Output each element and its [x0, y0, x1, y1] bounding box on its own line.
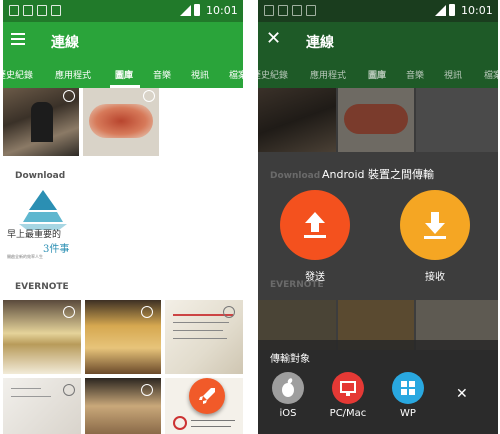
app-toolbar: 連線	[3, 22, 243, 58]
select-circle-icon[interactable]	[63, 384, 75, 396]
photo-thumbnail[interactable]	[85, 378, 161, 434]
tab-music[interactable]: 音樂	[153, 68, 171, 81]
section-evernote-title: EVERNOTE	[15, 282, 69, 292]
tab-history[interactable]: 歷史紀錄	[3, 68, 33, 81]
download-thumbnail[interactable]: 早上最重要的 3件事 開啟全新的效率人生	[3, 186, 79, 262]
app-toolbar: ✕ 連線	[258, 22, 498, 58]
app-title: 連線	[51, 35, 79, 51]
left-screen: 10:01 連線 歷史紀錄 應用程式 圖庫 音樂 視訊 檔案 Download …	[3, 0, 243, 434]
select-circle-icon[interactable]	[223, 306, 235, 318]
notification-icon	[278, 5, 288, 16]
send-rocket-button[interactable]	[189, 378, 225, 414]
upload-icon	[304, 212, 326, 238]
receive-button[interactable]	[400, 190, 470, 260]
notification-icon	[23, 5, 33, 16]
signal-icon	[180, 5, 191, 16]
photo-thumbnail	[258, 88, 336, 152]
battery-icon	[449, 4, 455, 16]
target-wp-button[interactable]	[392, 372, 424, 404]
target-heading: 傳輸對象	[270, 354, 310, 365]
photo-thumbnail[interactable]	[3, 300, 81, 374]
photo-thumbnail[interactable]	[85, 300, 161, 374]
target-pcmac-button[interactable]	[332, 372, 364, 404]
pyramid-graphic	[19, 190, 67, 230]
notification-icon	[51, 5, 61, 16]
section-download-title: Download	[15, 171, 66, 181]
close-icon[interactable]: ✕	[266, 28, 281, 49]
notification-icon	[264, 5, 274, 16]
book-caption: 開啟全新的效率人生	[7, 254, 43, 259]
select-circle-icon[interactable]	[141, 384, 153, 396]
tab-gallery[interactable]: 圖庫	[115, 68, 133, 81]
tab-gallery[interactable]: 圖庫	[368, 68, 386, 81]
select-circle-icon[interactable]	[141, 306, 153, 318]
status-bar: 10:01	[258, 0, 498, 22]
status-time: 10:01	[461, 4, 493, 17]
target-ios-label: iOS	[279, 408, 297, 419]
notification-icon	[37, 5, 47, 16]
tab-apps[interactable]: 應用程式	[310, 68, 346, 81]
send-button[interactable]	[280, 190, 350, 260]
status-bar: 10:01	[3, 0, 243, 22]
photo-thumbnail[interactable]	[3, 88, 79, 156]
photo-thumbnail[interactable]	[83, 88, 159, 156]
app-title: 連線	[306, 35, 334, 51]
signal-icon	[435, 5, 446, 16]
photo-thumbnail	[416, 88, 498, 152]
target-wp-label: WP	[400, 408, 416, 419]
tab-video[interactable]: 視訊	[191, 68, 209, 81]
battery-icon	[194, 4, 200, 16]
tab-history[interactable]: 歷史紀錄	[258, 68, 288, 81]
menu-icon[interactable]	[11, 33, 25, 45]
download-icon	[424, 212, 446, 239]
tab-apps[interactable]: 應用程式	[55, 68, 91, 81]
tab-bar: 歷史紀錄 應用程式 圖庫 音樂 視訊 檔案	[258, 58, 498, 88]
send-label: 發送	[305, 272, 325, 283]
close-icon[interactable]: ✕	[456, 386, 468, 402]
notification-icon	[292, 5, 302, 16]
status-time: 10:01	[206, 4, 238, 17]
photo-thumbnail	[338, 88, 414, 152]
tab-music[interactable]: 音樂	[406, 68, 424, 81]
windows-icon	[401, 381, 415, 395]
tab-files[interactable]: 檔案	[229, 68, 243, 81]
target-pcmac-label: PC/Mac	[329, 408, 367, 419]
apple-icon	[282, 378, 294, 397]
right-screen: 10:01 ✕ 連線 歷史紀錄 應用程式 圖庫 音樂 視訊 檔案 Downloa…	[258, 0, 498, 434]
photo-thumbnail[interactable]	[165, 300, 243, 374]
select-circle-icon[interactable]	[63, 90, 75, 102]
monitor-icon	[340, 381, 356, 396]
tab-video[interactable]: 視訊	[444, 68, 462, 81]
book-title-line2: 3件事	[43, 244, 70, 255]
photo-thumbnail[interactable]	[3, 378, 81, 434]
tab-bar: 歷史紀錄 應用程式 圖庫 音樂 視訊 檔案	[3, 58, 243, 88]
select-circle-icon[interactable]	[63, 306, 75, 318]
notification-icon	[306, 5, 316, 16]
rocket-icon	[199, 388, 215, 404]
receive-label: 接收	[425, 272, 445, 283]
select-circle-icon[interactable]	[143, 90, 155, 102]
tab-files[interactable]: 檔案	[484, 68, 498, 81]
transfer-sheet-title: Android 裝置之間傳輸	[321, 168, 435, 181]
notification-icon	[9, 5, 19, 16]
target-ios-button[interactable]	[272, 372, 304, 404]
